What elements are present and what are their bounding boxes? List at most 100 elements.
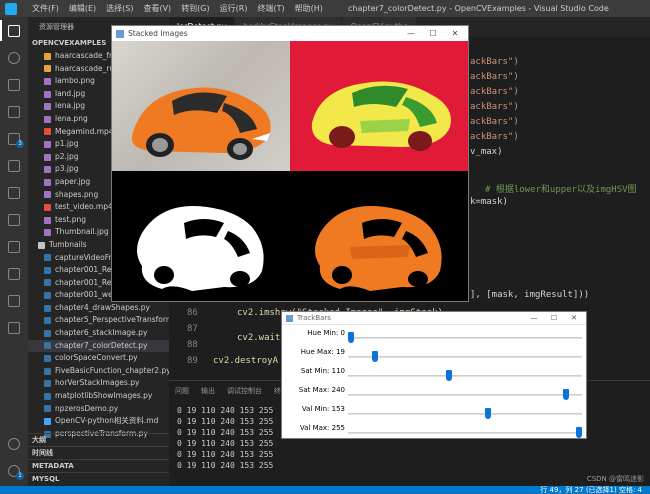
menu-help[interactable]: 帮助(H) bbox=[290, 3, 328, 14]
trackbar-track[interactable] bbox=[348, 356, 582, 358]
trackbars-title: TrackBars bbox=[297, 314, 331, 322]
trackbar-track[interactable] bbox=[348, 413, 582, 415]
metadata-section[interactable]: METADATA bbox=[28, 459, 169, 472]
hsv-image bbox=[290, 41, 468, 171]
file-name: colorSpaceConvert.py bbox=[55, 353, 138, 363]
explorer-icon[interactable] bbox=[0, 17, 28, 44]
maximize-icon[interactable]: ☐ bbox=[544, 312, 564, 325]
account-icon[interactable] bbox=[0, 430, 28, 457]
minimize-icon[interactable]: — bbox=[524, 312, 544, 325]
trackbar-label: Hue Min: 0 bbox=[307, 329, 345, 337]
file-type-icon bbox=[44, 65, 51, 73]
window-app-icon bbox=[116, 29, 124, 38]
menu-edit[interactable]: 编辑(E) bbox=[64, 3, 101, 14]
close-icon[interactable]: ✕ bbox=[444, 26, 466, 41]
code-line[interactable]: ackBars") bbox=[470, 132, 519, 142]
folder-icon[interactable] bbox=[0, 287, 28, 314]
run-debug-icon[interactable] bbox=[0, 98, 28, 125]
trackbar-thumb[interactable] bbox=[446, 370, 453, 381]
file-item[interactable]: npzerosDemo.py bbox=[28, 403, 169, 416]
file-item[interactable]: chapter7_colorDetect.py bbox=[28, 339, 169, 353]
menu-selection[interactable]: 选择(S) bbox=[101, 3, 138, 14]
menu-run[interactable]: 运行(R) bbox=[215, 3, 253, 14]
file-type-icon bbox=[44, 153, 51, 161]
file-item[interactable]: chapter4_drawShapes.py bbox=[28, 302, 169, 315]
menu-file[interactable]: 文件(F) bbox=[27, 3, 64, 14]
maximize-icon[interactable]: ☐ bbox=[422, 26, 444, 41]
stacked-images-titlebar[interactable]: Stacked Images — ☐ ✕ bbox=[112, 26, 468, 41]
file-item[interactable]: chapter5_PerspectiveTransform.py bbox=[28, 314, 169, 327]
trackbar-thumb[interactable] bbox=[576, 427, 582, 438]
file-type-icon bbox=[44, 178, 51, 186]
file-name: p3.jpg bbox=[55, 164, 79, 174]
trackbar-track[interactable] bbox=[348, 337, 582, 339]
code-comment[interactable]: # 根据lower和upper以及imgHSV图 bbox=[485, 182, 637, 195]
settings-gear-icon[interactable]: 1 bbox=[0, 457, 28, 484]
code-line[interactable]: ackBars") bbox=[470, 57, 519, 67]
mask-image bbox=[112, 171, 290, 301]
code-line[interactable]: cv2.destroyA bbox=[213, 356, 278, 366]
line-number: 86 bbox=[187, 308, 198, 318]
trackbar-track[interactable] bbox=[348, 394, 582, 396]
file-type-icon bbox=[44, 77, 51, 85]
terminal-icon[interactable] bbox=[0, 314, 28, 341]
file-type-icon bbox=[44, 292, 51, 300]
trackbar-thumb[interactable] bbox=[484, 408, 491, 419]
file-item[interactable]: horVerStackImages.py bbox=[28, 377, 169, 390]
file-name: shapes.png bbox=[55, 189, 99, 199]
trackbar-thumb[interactable] bbox=[372, 351, 379, 362]
minimize-icon[interactable]: — bbox=[400, 26, 422, 41]
file-type-icon bbox=[44, 342, 51, 350]
file-type-icon bbox=[44, 166, 51, 174]
trackbar-thumb[interactable] bbox=[562, 389, 569, 400]
trackbar-track[interactable] bbox=[348, 375, 582, 377]
code-line[interactable]: ackBars") bbox=[470, 117, 519, 127]
code-line[interactable]: ackBars") bbox=[470, 72, 519, 82]
trackbar-track[interactable] bbox=[348, 432, 582, 434]
trackbars-window[interactable]: TrackBars — ☐ ✕ Hue Min: 0 Hue Max: 19 Sat… bbox=[281, 311, 587, 439]
history-icon[interactable] bbox=[0, 260, 28, 287]
menu-view[interactable]: 查看(V) bbox=[138, 3, 176, 14]
database-icon[interactable] bbox=[0, 206, 28, 233]
file-type-icon bbox=[44, 191, 51, 199]
outline-section[interactable]: 大纲 bbox=[28, 433, 169, 446]
file-item[interactable]: OpenCV-python相关资料.md bbox=[28, 415, 169, 428]
activity-bar: 3 1 bbox=[0, 17, 28, 486]
close-icon[interactable]: ✕ bbox=[564, 312, 584, 325]
panel-tab-problems[interactable]: 问题 bbox=[175, 386, 189, 396]
file-item[interactable]: FiveBasicFunction_chapter2.py bbox=[28, 365, 169, 378]
search-icon[interactable] bbox=[0, 44, 28, 71]
window-app-icon bbox=[286, 314, 293, 322]
extensions-icon[interactable]: 3 bbox=[0, 125, 28, 152]
source-control-icon[interactable] bbox=[0, 71, 28, 98]
line-number: 89 bbox=[187, 356, 198, 366]
file-name: land.jpg bbox=[55, 88, 86, 98]
testing-icon[interactable] bbox=[0, 179, 28, 206]
timeline-section[interactable]: 时间线 bbox=[28, 446, 169, 459]
trackbar-label: Val Min: 153 bbox=[301, 405, 345, 413]
docker-icon[interactable] bbox=[0, 233, 28, 260]
file-item[interactable]: colorSpaceConvert.py bbox=[28, 352, 169, 365]
file-name: chapter4_drawShapes.py bbox=[55, 302, 150, 312]
code-line[interactable]: ackBars") bbox=[470, 87, 519, 97]
file-item[interactable]: chapter6_stackImage.py bbox=[28, 327, 169, 340]
panel-tab-output[interactable]: 输出 bbox=[201, 386, 215, 396]
code-line[interactable]: ackBars") bbox=[470, 102, 519, 112]
status-cursor-position[interactable]: 行 49，列 27 (已选择1) 空格: 4 bbox=[540, 485, 642, 494]
file-name: p1.jpg bbox=[55, 139, 79, 149]
code-line[interactable]: ], [mask, imgResult])) bbox=[470, 290, 589, 300]
file-name: Tumbnails bbox=[49, 239, 87, 249]
stacked-images-window[interactable]: Stacked Images — ☐ ✕ bbox=[111, 25, 469, 302]
code-line[interactable]: cv2.waitK bbox=[237, 333, 286, 343]
remote-explorer-icon[interactable] bbox=[0, 152, 28, 179]
code-line[interactable]: v_max) bbox=[470, 147, 503, 157]
trackbars-titlebar[interactable]: TrackBars — ☐ ✕ bbox=[282, 312, 586, 325]
code-line[interactable]: k=mask) bbox=[470, 197, 508, 207]
panel-tab-debug-console[interactable]: 调试控制台 bbox=[227, 386, 262, 396]
menu-goto[interactable]: 转到(G) bbox=[176, 3, 214, 14]
menu-terminal[interactable]: 终端(T) bbox=[252, 3, 289, 14]
mysql-section[interactable]: MYSQL bbox=[28, 472, 169, 485]
trackbar-thumb[interactable] bbox=[348, 332, 354, 343]
file-item[interactable]: matplotlibShowImages.py bbox=[28, 390, 169, 403]
trackbar-row: Hue Max: 19 bbox=[282, 345, 588, 364]
